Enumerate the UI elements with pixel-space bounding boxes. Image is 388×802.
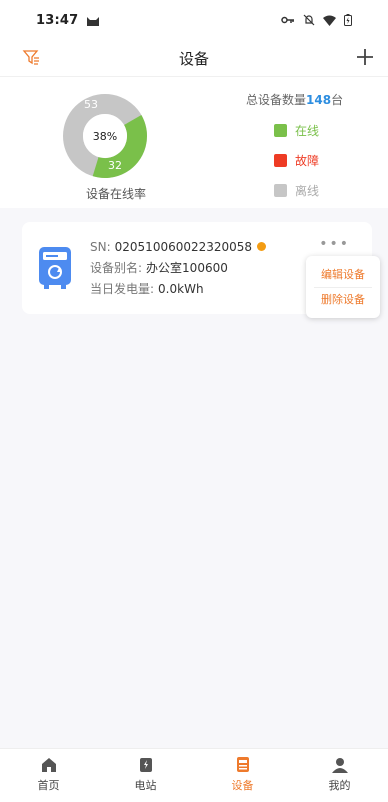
alias-label: 设备别名:: [90, 261, 143, 275]
tab-device-label: 设备: [231, 779, 254, 792]
clock: 13:47: [36, 12, 79, 28]
energy-value: 0.0kWh: [158, 281, 204, 296]
total-label: 总设备数量: [246, 93, 307, 107]
online-rate-label: 设备在线率: [85, 187, 146, 201]
home-icon: [41, 758, 56, 772]
add-device-icon[interactable]: [354, 46, 376, 68]
edit-device-button[interactable]: 编辑设备: [313, 263, 373, 287]
legend-offline[interactable]: 离线: [274, 175, 319, 205]
bottom-tab-bar: 首页 电站 设备 我的: [0, 748, 388, 802]
device-icon: [236, 757, 249, 772]
device-alias-row: 设备别名: 办公室100600: [90, 257, 266, 278]
tab-home[interactable]: 首页: [0, 749, 97, 802]
wifi-icon: [323, 15, 336, 26]
more-options-icon[interactable]: •••: [319, 236, 350, 252]
delete-device-button[interactable]: 删除设备: [313, 288, 373, 312]
device-action-menu: 编辑设备 删除设备: [306, 256, 380, 318]
inverter-device-icon: [39, 247, 71, 289]
device-list: SN: 020510060022320058 设备别名: 办公室100600 当…: [10, 210, 380, 748]
alias-value: 办公室100600: [146, 261, 228, 275]
legend-online[interactable]: 在线: [274, 115, 319, 145]
top-app-bar: 设备: [0, 40, 388, 76]
tab-profile[interactable]: 我的: [291, 749, 388, 802]
device-sn-row: SN: 020510060022320058: [90, 236, 267, 257]
status-legend: 在线 故障 离线: [274, 115, 319, 205]
page-title: 设备: [178, 49, 209, 68]
sn-label: SN:: [90, 239, 111, 254]
legend-fault-label: 故障: [295, 153, 320, 168]
total-unit: 台: [331, 93, 344, 107]
key-icon: [281, 16, 294, 24]
device-summary: 38% 53 32 设备在线率 总设备数量148台 在线 故障 离线: [0, 76, 388, 208]
tab-device[interactable]: 设备: [194, 749, 291, 802]
legend-offline-label: 离线: [295, 183, 320, 198]
sn-value: 020510060022320058: [114, 239, 253, 254]
online-count-label: 32: [108, 159, 122, 172]
online-rate-donut: 38% 53 32: [60, 91, 150, 181]
profile-icon: [331, 758, 348, 773]
donut-center-label: 38%: [92, 129, 118, 143]
mute-bell-icon: [303, 14, 315, 26]
cat-notification-icon: [87, 17, 100, 26]
battery-icon: [344, 14, 352, 26]
status-icons: [281, 14, 352, 26]
station-icon: [139, 758, 152, 772]
tab-station[interactable]: 电站: [97, 749, 194, 802]
total-device-count: 总设备数量148台: [246, 91, 343, 108]
fault-swatch: [274, 153, 287, 167]
status-bar: 13:47: [0, 0, 388, 40]
tab-home-label: 首页: [37, 779, 60, 792]
tab-station-label: 电站: [134, 779, 157, 792]
offline-swatch: [274, 183, 287, 197]
tab-profile-label: 我的: [328, 779, 351, 792]
energy-label: 当日发电量:: [90, 282, 155, 296]
device-status-dot: [257, 242, 267, 251]
legend-online-label: 在线: [295, 123, 320, 138]
online-swatch: [274, 123, 287, 137]
filter-icon[interactable]: [22, 48, 40, 66]
total-count: 148: [306, 93, 332, 107]
device-energy-row: 当日发电量: 0.0kWh: [90, 278, 266, 299]
offline-count-label: 53: [84, 98, 98, 111]
legend-fault[interactable]: 故障: [274, 145, 319, 175]
device-info: SN: 020510060022320058 设备别名: 办公室100600 当…: [90, 236, 267, 299]
